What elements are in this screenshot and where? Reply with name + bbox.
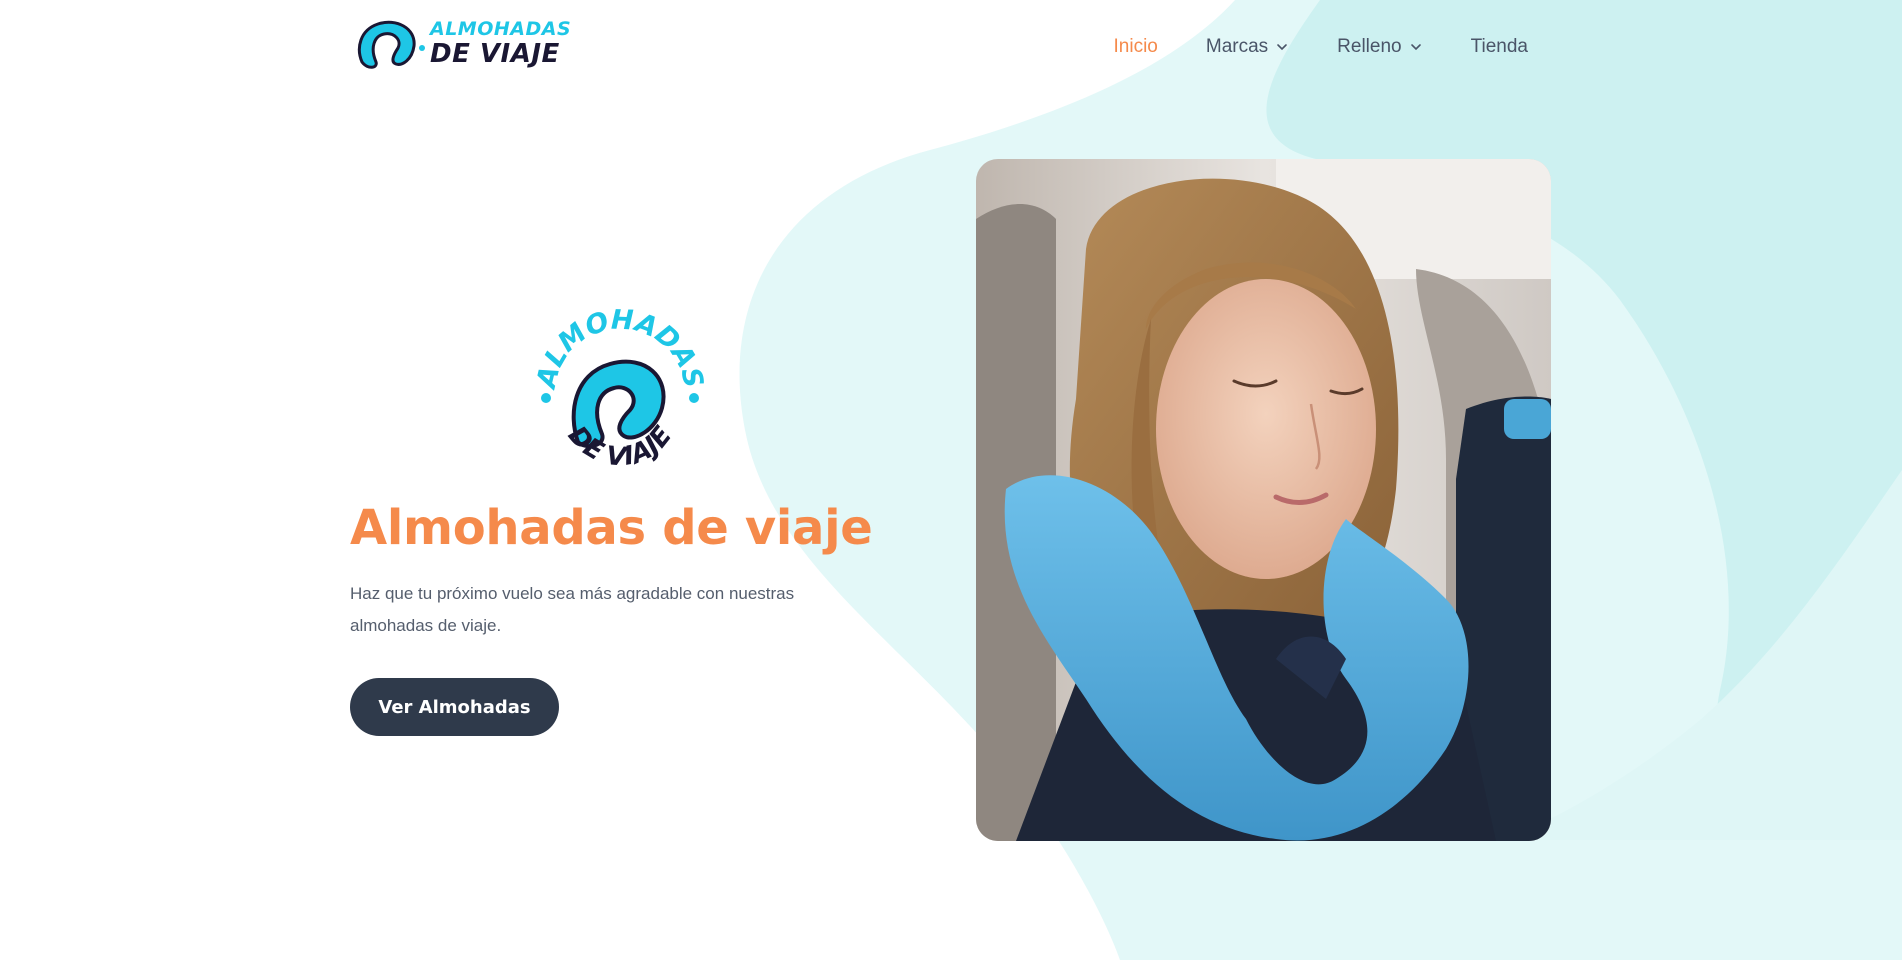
nav-item-relleno[interactable]: Relleno <box>1337 36 1422 58</box>
hero-subtitle: Haz que tu próximo vuelo sea más agradab… <box>350 584 795 635</box>
logo-text-line1: ALMOHADAS <box>430 18 572 40</box>
logo-text-line2: DE VIAJE <box>430 39 560 69</box>
ver-almohadas-button[interactable]: Ver Almohadas <box>350 678 559 736</box>
nav-item-inicio[interactable]: Inicio <box>1114 36 1158 58</box>
nav-item-marcas[interactable]: Marcas <box>1206 36 1289 58</box>
main-nav: Inicio Marcas Relleno Tienda <box>1114 36 1528 58</box>
nav-item-tienda[interactable]: Tienda <box>1471 36 1528 58</box>
nav-item-label: Tienda <box>1470 36 1528 57</box>
neck-pillow-logo-icon <box>357 20 425 69</box>
site-header: ALMOHADAS DE VIAJE Inicio Marcas Relleno… <box>0 0 1902 100</box>
hero-badge-logo: ALMOHADAS DE VIAJE <box>530 304 710 494</box>
nav-item-label: Marcas <box>1205 36 1269 57</box>
site-logo[interactable]: ALMOHADAS DE VIAJE <box>354 18 571 76</box>
background-blob <box>739 0 1902 960</box>
chevron-down-icon <box>1277 44 1287 51</box>
nav-item-label: Relleno <box>1337 36 1402 57</box>
hero-title: Almohadas de viaje <box>350 500 873 556</box>
hero-image <box>976 159 1551 841</box>
nav-item-label: Inicio <box>1113 36 1158 57</box>
chevron-down-icon <box>1410 44 1421 51</box>
